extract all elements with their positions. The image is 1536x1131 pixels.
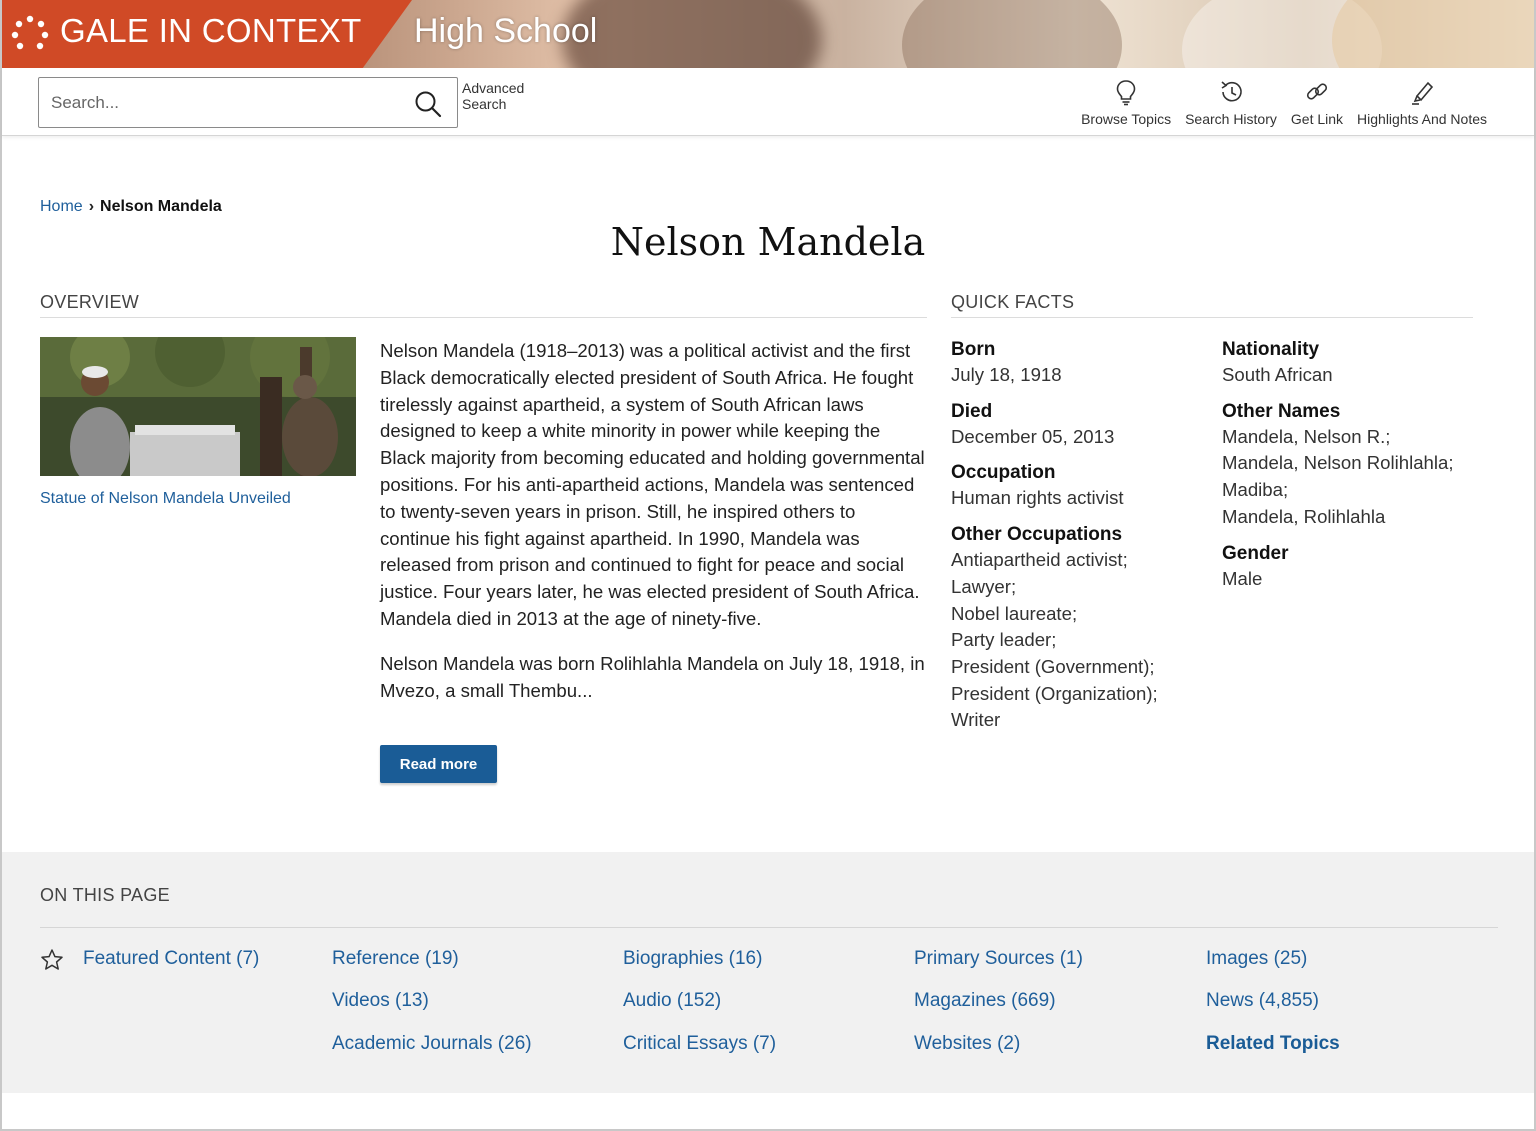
search-history-button[interactable]: Search History — [1178, 78, 1284, 127]
overview-paragraph: Nelson Mandela (1918–2013) was a politic… — [380, 340, 925, 629]
search-icon[interactable] — [413, 89, 443, 119]
advanced-search-link[interactable]: Advanced Search — [462, 80, 532, 112]
browse-topics-button[interactable]: Browse Topics — [1074, 78, 1178, 127]
brand-block[interactable]: GALE IN CONTEXT — [2, 0, 412, 68]
fact-value: Mandela, Rolihlahla — [1222, 505, 1386, 527]
highlighter-icon — [1412, 81, 1434, 105]
fact-nationality: Nationality South African — [1222, 337, 1482, 389]
header-banner: GALE IN CONTEXT High School — [2, 0, 1534, 68]
level-title: High School — [414, 12, 598, 50]
fact-value: Madiba; — [1222, 479, 1289, 501]
history-icon — [1221, 81, 1242, 102]
fact-label: Died — [951, 400, 993, 422]
search-input[interactable] — [51, 90, 401, 116]
link-icon — [1306, 83, 1328, 100]
fact-value: Mandela, Nelson Rolihlahla; — [1222, 452, 1454, 474]
banner-photo-face — [1332, 0, 1534, 68]
fact-value: Mandela, Nelson R.; — [1222, 425, 1391, 447]
fact-label: Gender — [1222, 542, 1289, 564]
fact-value: Male — [1222, 567, 1263, 589]
banner-photo — [562, 0, 822, 68]
get-link-button[interactable]: Get Link — [1284, 78, 1350, 127]
breadcrumb-home-link[interactable]: Home — [40, 198, 83, 215]
videos-link[interactable]: Videos (13) — [332, 990, 429, 1012]
overview-heading: OVERVIEW — [40, 292, 927, 318]
fact-value: Party leader; — [951, 629, 1057, 651]
brand-title: GALE IN CONTEXT — [60, 12, 362, 49]
fact-label: Other Occupations — [951, 524, 1123, 546]
overview-text: Nelson Mandela (1918–2013) was a politic… — [380, 338, 925, 722]
fact-value: December 05, 2013 — [951, 425, 1115, 447]
get-link-label: Get Link — [1290, 111, 1344, 127]
fact-gender: Gender Male — [1222, 541, 1482, 593]
images-link[interactable]: Images (25) — [1206, 948, 1307, 970]
star-icon[interactable] — [40, 948, 64, 972]
quick-facts-heading: QUICK FACTS — [951, 292, 1473, 318]
highlights-notes-button[interactable]: Highlights And Notes — [1350, 78, 1494, 127]
news-link[interactable]: News (4,855) — [1206, 990, 1319, 1012]
fact-born: Born July 18, 1918 — [951, 337, 1211, 389]
magazines-link[interactable]: Magazines (669) — [914, 990, 1056, 1012]
search-history-label: Search History — [1185, 111, 1277, 127]
toolbar-tools: Browse Topics Search History Get Link Hi… — [1074, 78, 1494, 127]
fact-value: Lawyer; — [951, 575, 1017, 597]
fact-label: Born — [951, 339, 996, 360]
fact-other-occupations: Other Occupations Antiapartheid activist… — [951, 522, 1211, 734]
search-box — [38, 77, 458, 128]
read-more-button[interactable]: Read more — [380, 745, 497, 783]
overview-paragraph: Nelson Mandela was born Rolihlahla Mande… — [380, 652, 925, 701]
toolbar: Advanced Search Browse Topics Search His… — [2, 68, 1534, 136]
reference-link[interactable]: Reference (19) — [332, 948, 459, 970]
quick-facts-left: Born July 18, 1918 Died December 05, 201… — [951, 337, 1211, 744]
fact-occupation: Occupation Human rights activist — [951, 460, 1211, 512]
overview-image[interactable] — [40, 337, 356, 476]
academic-journals-link[interactable]: Academic Journals (26) — [332, 1033, 532, 1055]
fact-value: July 18, 1918 — [951, 364, 1062, 385]
on-this-page-heading: ON THIS PAGE — [40, 885, 1498, 928]
chevron-right-icon: › — [88, 198, 95, 215]
fact-value: President (Government); — [951, 655, 1155, 677]
fact-value: President (Organization); — [951, 682, 1158, 704]
on-this-page-panel: ON THIS PAGE Featured Content (7) Refere… — [2, 852, 1534, 1093]
websites-link[interactable]: Websites (2) — [914, 1033, 1020, 1055]
fact-other-names: Other Names Mandela, Nelson R.; Mandela,… — [1222, 399, 1482, 531]
fact-died: Died December 05, 2013 — [951, 399, 1211, 451]
audio-link[interactable]: Audio (152) — [623, 990, 721, 1012]
fact-value: Writer — [951, 709, 1001, 731]
primary-sources-link[interactable]: Primary Sources (1) — [914, 948, 1083, 970]
banner-photo-shade — [902, 0, 1122, 68]
image-caption-link[interactable]: Statue of Nelson Mandela Unveiled — [40, 490, 291, 508]
quick-facts-right: Nationality South African Other Names Ma… — [1222, 337, 1482, 602]
highlights-notes-label: Highlights And Notes — [1357, 111, 1487, 127]
breadcrumb-current: Nelson Mandela — [100, 198, 222, 215]
gale-logo-icon — [11, 15, 49, 50]
lightbulb-icon — [1116, 80, 1136, 106]
fact-label: Nationality — [1222, 339, 1320, 360]
fact-label: Other Names — [1222, 400, 1341, 422]
fact-value: Human rights activist — [951, 487, 1124, 509]
fact-value: Nobel laureate; — [951, 602, 1078, 624]
fact-label: Occupation — [951, 462, 1056, 484]
mandela-photo — [40, 337, 356, 476]
breadcrumb: Home › Nelson Mandela — [40, 198, 222, 216]
related-topics-link[interactable]: Related Topics — [1206, 1033, 1340, 1055]
critical-essays-link[interactable]: Critical Essays (7) — [623, 1033, 776, 1055]
featured-content-link[interactable]: Featured Content (7) — [83, 948, 259, 970]
browse-topics-label: Browse Topics — [1081, 111, 1172, 127]
biographies-link[interactable]: Biographies (16) — [623, 948, 762, 970]
page-title: Nelson Mandela — [610, 220, 926, 264]
fact-value: South African — [1222, 364, 1333, 385]
fact-value: Antiapartheid activist; — [951, 549, 1128, 571]
